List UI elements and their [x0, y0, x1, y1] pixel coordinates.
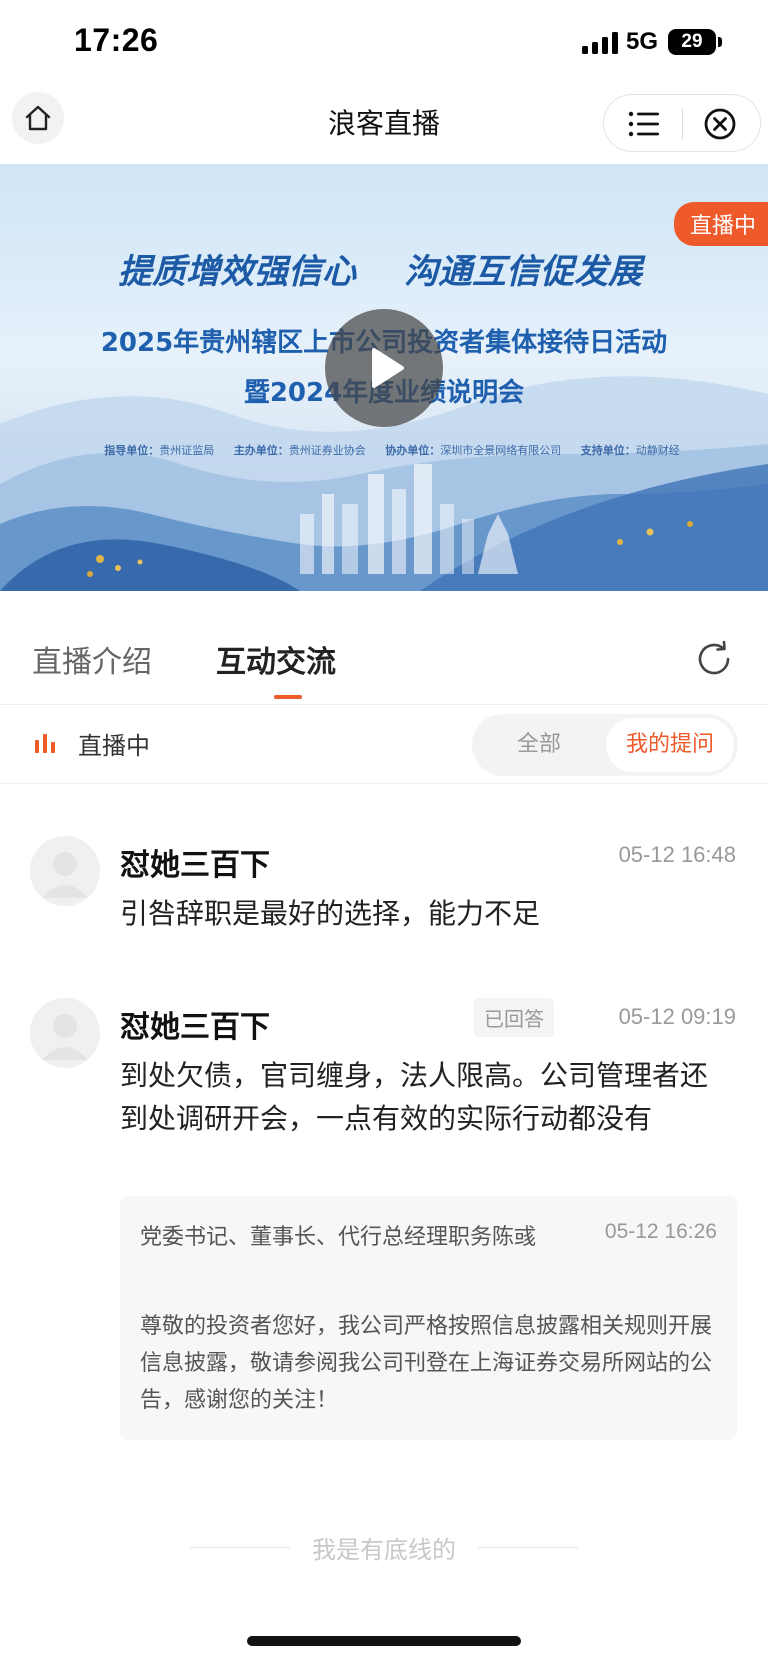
comment-user-name: 怼她三百下 — [120, 1010, 270, 1045]
org-label: 主办单位： — [233, 444, 289, 457]
org-label: 指导单位： — [104, 444, 160, 457]
capsule-divider — [682, 109, 683, 139]
comment-text: 到处欠债，官司缠身，法人限高。公司管理者还到处调研开会，一点有效的实际行动都没有 — [120, 1059, 709, 1135]
list-menu-icon — [628, 111, 659, 137]
banner-slogan-left: 提质增效强信心 — [118, 252, 356, 292]
reply-time: 05-12 16:26 — [604, 1220, 717, 1243]
org-value: 动静财经 — [635, 444, 680, 457]
close-button[interactable] — [700, 107, 740, 141]
banner-organizers: 指导单位：贵州证监局 主办单位：贵州证券业协会 协办单位：深圳市全景网络有限公司… — [0, 442, 768, 458]
tab-live-intro[interactable]: 直播介绍 — [32, 637, 152, 681]
end-of-list-text: 我是有底线的 — [312, 1536, 456, 1564]
org-value: 深圳市全景网络有限公司 — [440, 444, 562, 457]
reply-author: 党委书记、董事长、代行总经理职务陈彧 — [140, 1225, 537, 1250]
comment-text: 引咎辞职是最好的选择，能力不足 — [120, 897, 541, 930]
refresh-icon — [698, 640, 730, 675]
comment-time: 05-12 16:48 — [618, 842, 736, 867]
menu-button[interactable] — [624, 107, 664, 141]
play-icon — [372, 348, 404, 388]
battery-icon: 29 — [668, 29, 716, 55]
battery-nub — [718, 37, 722, 47]
filter-bar: 直播中 全部 我的提问 — [0, 706, 768, 784]
live-status-badge: 直播中 — [673, 202, 768, 246]
live-video-banner[interactable]: 直播中 提质增效强信心 沟通互信促发展 2025年贵州辖区上市公司投资者集体接待… — [0, 164, 768, 591]
org-label: 协办单位： — [385, 444, 441, 457]
org-value: 贵州证监局 — [159, 444, 215, 457]
reply-text: 尊敬的投资者您好，我公司严格按照信息披露相关规则开展信息披露，敬请参阅我公司刊登… — [140, 1314, 713, 1413]
avatar — [30, 998, 100, 1068]
nav-bar: 浪客直播 — [0, 88, 768, 164]
live-status-text: 直播中 — [78, 732, 150, 760]
signal-icon — [582, 30, 620, 54]
user-placeholder-icon — [42, 1014, 88, 1060]
refresh-button[interactable] — [694, 639, 734, 679]
play-button[interactable] — [325, 309, 443, 427]
official-reply: 党委书记、董事长、代行总经理职务陈彧 05-12 16:26 尊敬的投资者您好，… — [120, 1196, 737, 1440]
end-of-list: 我是有底线的 — [0, 1530, 768, 1564]
content-tabs: 直播介绍 互动交流 — [0, 591, 768, 705]
network-type: 5G — [626, 28, 659, 55]
mini-program-capsule — [603, 94, 761, 152]
home-indicator[interactable] — [247, 1636, 521, 1646]
comment-user-name: 怼她三百下 — [120, 848, 270, 883]
user-placeholder-icon — [42, 852, 88, 898]
close-circle-icon — [704, 108, 736, 140]
org-value: 贵州证券业协会 — [288, 444, 366, 457]
comment-time: 05-12 09:19 — [618, 1004, 736, 1029]
question-filter-toggle: 全部 我的提问 — [472, 714, 738, 776]
live-bars-icon — [35, 734, 55, 753]
divider-right — [478, 1547, 578, 1548]
answered-badge: 已回答 — [474, 998, 554, 1037]
banner-slogan-right: 沟通互信促发展 — [404, 252, 642, 292]
status-time: 17:26 — [74, 22, 159, 58]
avatar — [30, 836, 100, 906]
status-bar: 17:26 5G 29 — [0, 0, 768, 88]
filter-my-questions-button[interactable]: 我的提问 — [606, 718, 734, 772]
filter-all-button[interactable]: 全部 — [472, 714, 606, 776]
tab-interaction[interactable]: 互动交流 — [216, 637, 336, 681]
org-label: 支持单位： — [580, 444, 636, 457]
active-tab-indicator — [274, 695, 302, 699]
